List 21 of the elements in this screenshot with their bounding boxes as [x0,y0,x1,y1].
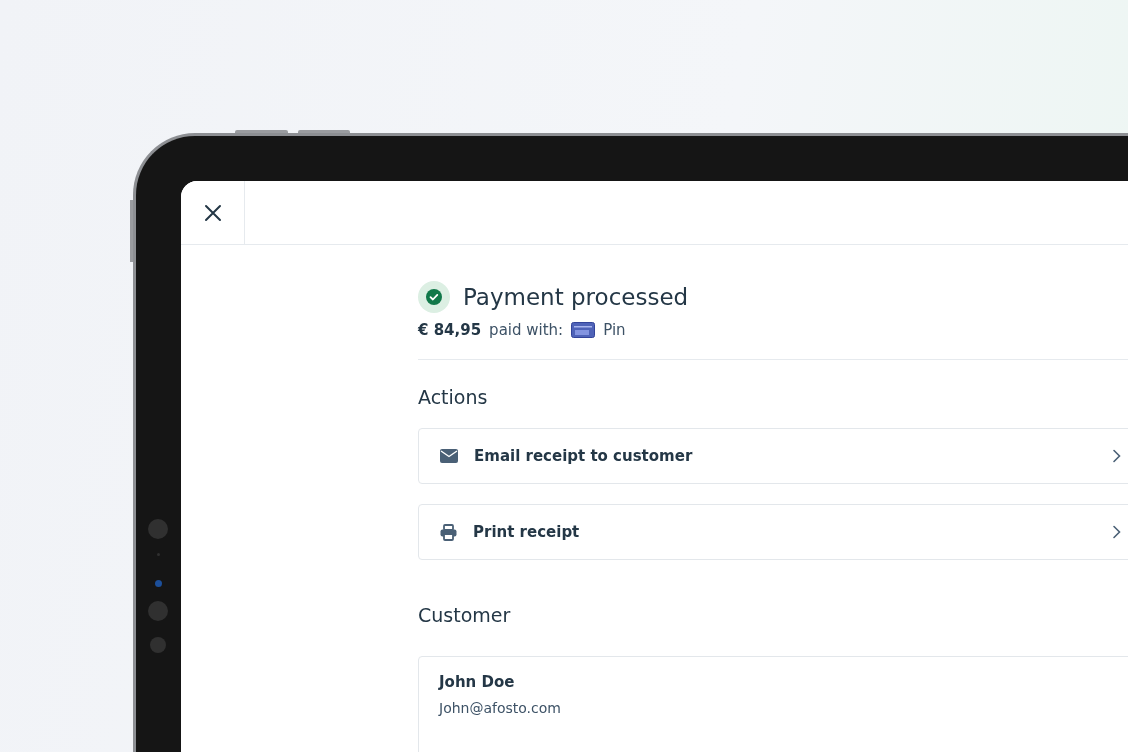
chevron-right-icon [1112,525,1121,539]
customer-name: John Doe [439,673,516,691]
camera-dot [150,637,166,653]
close-button[interactable] [181,181,245,244]
paid-with-label: paid with: [489,321,564,339]
close-icon [203,203,222,222]
printer-icon [440,523,457,541]
action-row[interactable]: Print receipt [418,504,1128,560]
envelope-icon [440,449,458,463]
card-icon [571,322,596,338]
customer-email: John@afosto.com [439,700,562,716]
camera-dot [148,519,168,539]
section-heading: Actions [418,386,489,408]
status-title: Payment processed [463,284,689,310]
payment-method: Pin [603,321,626,339]
camera-dot [148,601,168,621]
section-heading: Customer [418,604,512,626]
chevron-right-icon [1112,449,1121,463]
action-row[interactable]: Email receipt to customer [418,428,1128,484]
paid-amount: € 84,95 [418,321,482,339]
camera-lens [154,580,162,587]
